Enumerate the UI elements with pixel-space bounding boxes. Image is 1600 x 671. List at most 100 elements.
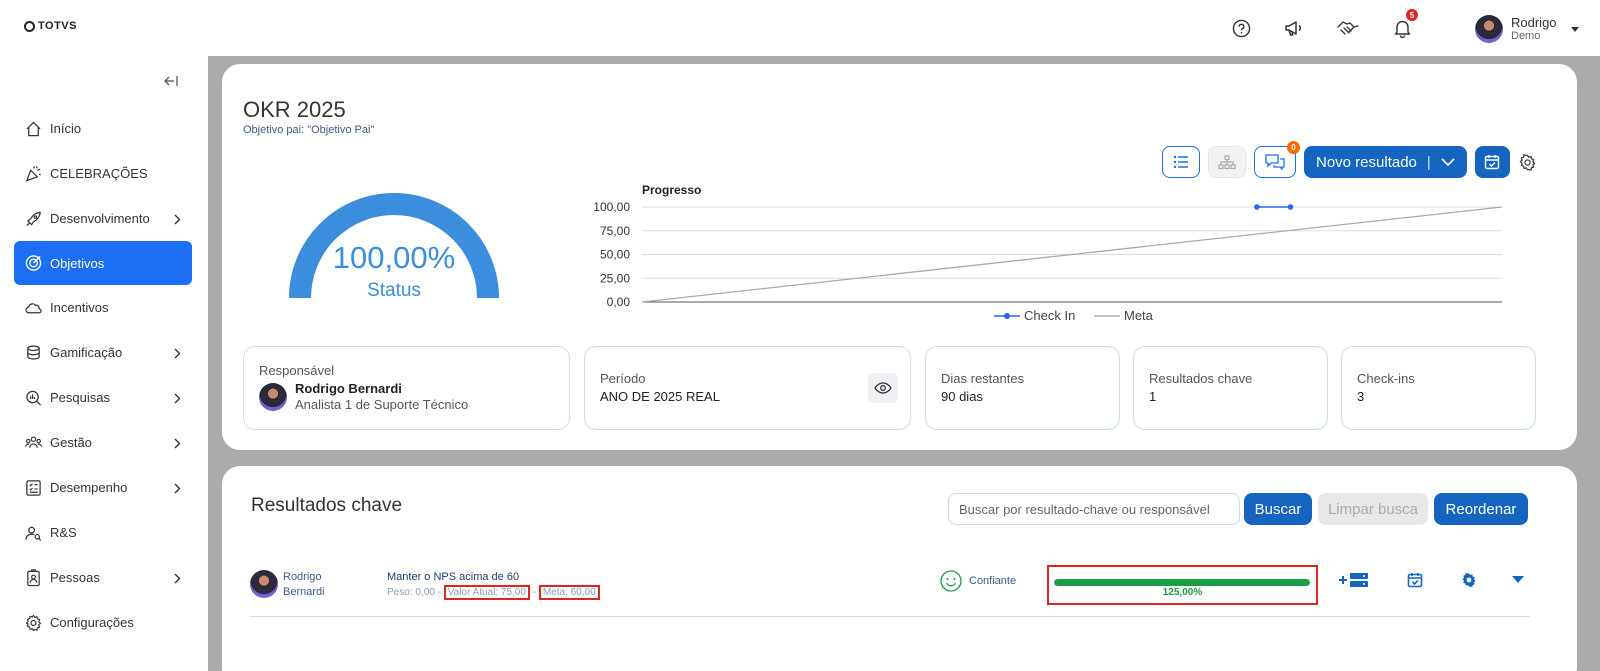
key-results-count-box: Resultados chave 1 [1133, 346, 1328, 430]
sidebar-item-label: Configurações [50, 615, 134, 630]
sidebar-item-desempenho[interactable]: Desempenho [14, 465, 192, 510]
checkins-box: Check-ins 3 [1341, 346, 1536, 430]
sidebar-item-inicio[interactable]: Início [14, 106, 192, 151]
kr-owner-first-name: Rodrigo [283, 571, 322, 583]
key-results-search-input[interactable] [948, 493, 1240, 525]
new-result-button[interactable]: Novo resultado | [1304, 146, 1467, 178]
chevron-right-icon [174, 572, 181, 587]
kr-confidence[interactable]: Confiante [940, 570, 1016, 592]
smile-icon [940, 570, 962, 592]
calendar-check-icon [1485, 155, 1500, 170]
sidebar-item-pessoas[interactable]: Pessoas [14, 555, 192, 600]
chevron-down-icon [1441, 157, 1455, 166]
kr-calendar-icon[interactable] [1407, 572, 1423, 588]
clear-search-button[interactable]: Limpar busca [1318, 493, 1428, 525]
settings-gear-icon[interactable] [1518, 152, 1538, 172]
party-icon [25, 165, 42, 182]
gear-icon [25, 614, 42, 631]
search-button[interactable]: Buscar [1244, 493, 1312, 525]
checkin-point [1254, 204, 1260, 210]
calendar-button[interactable] [1474, 146, 1510, 178]
rocket-icon [25, 210, 42, 227]
user-menu[interactable]: Rodrigo Demo [1475, 15, 1579, 43]
parent-objective: Objetivo pai: "Objetivo Pai" [243, 124, 375, 136]
user-avatar [1475, 15, 1503, 43]
tree-view-button[interactable] [1208, 146, 1246, 178]
remaining-days-value: 90 dias [941, 389, 983, 404]
sidebar-item-incentivos[interactable]: Incentivos [14, 285, 192, 330]
comments-button[interactable]: 0 [1254, 141, 1300, 178]
eye-icon [874, 382, 892, 394]
kr-confidence-label: Confiante [969, 575, 1017, 587]
sidebar-item-gamificacao[interactable]: Gamificação [14, 330, 192, 375]
okr-toolbar: 0 Novo resultado | [1162, 141, 1538, 178]
responsible-name: Rodrigo Bernardi [295, 381, 402, 396]
cloud-icon [25, 299, 42, 316]
sidebar-item-pesquisas[interactable]: Pesquisas [14, 375, 192, 420]
key-result-row: Rodrigo Bernardi Manter o NPS acima de 6… [250, 562, 1530, 617]
bell-icon[interactable]: 5 [1390, 9, 1418, 40]
sidebar-item-label: Início [50, 121, 82, 136]
responsible-label: Responsável [259, 363, 335, 378]
handshake-icon[interactable] [1336, 16, 1360, 40]
y-tick-label: 0,00 [607, 295, 631, 309]
sidebar-item-objetivos[interactable]: Objetivos [14, 241, 192, 285]
kr-expand-icon[interactable] [1511, 575, 1525, 584]
period-label: Período [600, 371, 646, 386]
progress-chart: Progresso 0,00 25,00 50,00 75,00 100,00 Check … [593, 183, 1503, 322]
kr-weight: Peso: 0,00 - [387, 587, 441, 598]
sidebar-item-label: CELEBRAÇÕES [50, 166, 148, 181]
logo-text: TOTVS [38, 20, 77, 32]
kr-name-link[interactable]: Manter o NPS acima de 60 [387, 571, 519, 583]
legend-marker-check-in [1004, 313, 1010, 319]
kr-settings-icon[interactable] [1461, 572, 1477, 588]
key-results-count-label: Resultados chave [1149, 371, 1253, 386]
chevron-right-icon [174, 213, 181, 228]
user-name: Rodrigo [1511, 15, 1557, 30]
responsible-avatar [259, 383, 287, 411]
help-icon[interactable] [1229, 16, 1253, 40]
list-view-button[interactable] [1162, 146, 1200, 178]
sidebar-item-configuracoes[interactable]: Configurações [14, 600, 192, 645]
key-results-card: Resultados chave Buscar Limpar busca Reo… [222, 466, 1577, 671]
sidebar-item-label: Desempenho [50, 480, 128, 495]
sidebar-item-label: Gamificação [50, 345, 123, 360]
view-period-button[interactable] [868, 373, 898, 403]
sidebar-item-desenvolvimento[interactable]: Desenvolvimento [14, 196, 192, 241]
key-results-title: Resultados chave [251, 495, 403, 516]
key-results-count-value: 1 [1149, 389, 1157, 404]
user-role: Demo [1511, 30, 1541, 42]
checklist-icon [25, 479, 42, 496]
status-label: Status [367, 280, 421, 301]
sidebar-item-label: Incentivos [50, 300, 109, 315]
sidebar-nav: Início CELEBRAÇÕES Desenvolvimento Objetivo… [14, 106, 192, 645]
sidebar-item-label: R&S [50, 525, 77, 540]
legend-label-check-in: Check In [1024, 308, 1075, 322]
sidebar-item-label: Desenvolvimento [50, 211, 150, 226]
totvs-logo[interactable]: TOTVS [24, 20, 77, 32]
sidebar-item-celebracoes[interactable]: CELEBRAÇÕES [14, 151, 192, 196]
reorder-button[interactable]: Reordenar [1434, 493, 1528, 525]
sidebar-item-gestao[interactable]: Gestão [14, 420, 192, 465]
megaphone-icon[interactable] [1282, 16, 1306, 40]
status-gauge: 100,00% Status [288, 192, 500, 304]
comments-count-badge: 0 [1287, 141, 1300, 154]
kr-owner-last-name: Bernardi [283, 586, 325, 598]
add-checkin-icon[interactable] [1338, 572, 1370, 588]
responsible-role: Analista 1 de Suporte Técnico [295, 397, 469, 412]
legend-label-meta: Meta [1124, 308, 1154, 322]
new-result-label: Novo resultado [1316, 153, 1417, 171]
chevron-right-icon [174, 437, 181, 452]
kr-progress-track [1054, 579, 1310, 586]
survey-icon [25, 389, 42, 406]
y-tick-label: 75,00 [600, 224, 630, 238]
collapse-sidebar-icon[interactable] [164, 74, 178, 92]
home-icon [25, 120, 42, 137]
team-icon [25, 434, 42, 451]
sidebar-item-label: Objetivos [50, 255, 105, 271]
status-value: 100,00% [332, 240, 456, 275]
sidebar-item-r-s[interactable]: R&S [14, 510, 192, 555]
button-divider: | [1426, 153, 1431, 171]
kr-owner-avatar [250, 570, 278, 598]
remaining-days-box: Dias restantes 90 dias [925, 346, 1120, 430]
